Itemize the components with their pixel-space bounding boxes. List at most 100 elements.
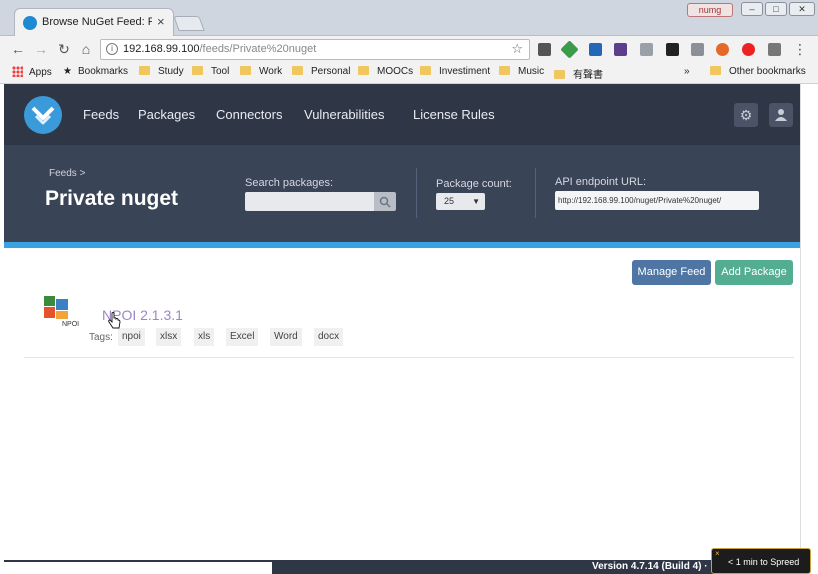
list-divider	[24, 357, 794, 358]
app-footer: Version 4.7.14 (Build 4) ·	[4, 560, 800, 574]
reader-extension-icon[interactable]	[691, 43, 704, 56]
bookmark-work[interactable]: Work	[240, 66, 282, 77]
feedly-extension-icon[interactable]	[560, 40, 579, 59]
adblock-extension-icon[interactable]	[716, 43, 729, 56]
tag-xls[interactable]: xls	[194, 328, 215, 346]
folder-icon	[240, 66, 251, 75]
footer-blank-area	[4, 562, 272, 574]
package-count-label: Package count:	[436, 178, 512, 190]
vue-extension-icon[interactable]	[589, 43, 602, 56]
menu-kebab-icon[interactable]: ⋮	[792, 41, 808, 58]
tag-xlsx[interactable]: xlsx	[156, 328, 182, 346]
api-endpoint-label: API endpoint URL:	[555, 176, 647, 188]
nav-license-rules[interactable]: License Rules	[413, 107, 495, 122]
folder-icon	[358, 66, 369, 75]
star-icon: ★	[63, 66, 72, 77]
npoi-package-icon: NPOI	[44, 296, 79, 328]
tab-close-icon[interactable]: ×	[157, 14, 165, 29]
folder-icon	[499, 66, 510, 75]
site-info-icon[interactable]: i	[106, 43, 118, 55]
add-package-button[interactable]: Add Package	[715, 260, 793, 285]
bookmark-audiobooks[interactable]: 有聲書	[554, 66, 603, 81]
media-extension-icon[interactable]	[666, 43, 679, 56]
bookmark-tool[interactable]: Tool	[192, 66, 229, 77]
bookmark-study[interactable]: Study	[139, 66, 184, 77]
profile-button[interactable]: numg	[687, 3, 733, 17]
nav-feeds[interactable]: Feeds	[83, 107, 119, 122]
browser-tab[interactable]: Browse NuGet Feed: Priv ×	[14, 8, 174, 36]
toast-text: < 1 min to Spreed	[728, 557, 800, 567]
bookmark-apps[interactable]: Apps	[12, 66, 52, 78]
forward-icon[interactable]: →	[33, 41, 49, 57]
package-count-select[interactable]: 25 ▼	[436, 193, 485, 210]
pocket-extension-icon[interactable]	[538, 43, 551, 56]
new-tab-button[interactable]	[173, 16, 205, 31]
app-logo[interactable]	[24, 96, 62, 134]
chevron-logo-icon	[31, 106, 55, 125]
extension-icon[interactable]	[614, 43, 627, 56]
home-icon[interactable]: ⌂	[78, 41, 94, 57]
tag-docx[interactable]: docx	[314, 328, 344, 346]
back-icon[interactable]: ←	[10, 41, 26, 57]
folder-icon	[192, 66, 203, 75]
folder-icon	[554, 70, 565, 79]
bookmarks-overflow[interactable]: »	[684, 66, 690, 77]
bookmark-investiment[interactable]: Investiment	[420, 66, 490, 77]
folder-icon	[710, 66, 721, 75]
dropdown-caret-icon: ▼	[472, 197, 480, 206]
tab-title: Browse NuGet Feed: Priv	[42, 16, 152, 28]
folder-icon	[139, 66, 150, 75]
nav-packages[interactable]: Packages	[138, 107, 195, 122]
settings-gear-icon[interactable]: ⚙	[734, 103, 758, 127]
package-icon-label: NPOI	[62, 321, 79, 328]
app-navbar: Feeds Packages Connectors Vulnerabilitie…	[4, 84, 800, 145]
bookmark-personal[interactable]: Personal	[292, 66, 350, 77]
toast-close-icon[interactable]: ×	[715, 549, 720, 558]
folder-icon	[420, 66, 431, 75]
bookmark-star-icon[interactable]: ☆	[511, 41, 523, 57]
bookmark-moocs[interactable]: MOOCs	[358, 66, 413, 77]
bookmark-bookmarks[interactable]: ★ Bookmarks	[63, 66, 128, 77]
tag-excel[interactable]: Excel	[226, 328, 259, 346]
header-separator	[416, 168, 417, 218]
browser-titlebar: Browse NuGet Feed: Priv × numg – □ ✕	[0, 0, 818, 36]
breadcrumb[interactable]: Feeds >	[49, 168, 85, 179]
bookmark-other[interactable]: Other bookmarks	[710, 66, 806, 77]
tag-word[interactable]: Word	[270, 328, 302, 346]
tags-label: Tags:	[89, 332, 113, 343]
spreed-toast[interactable]: × < 1 min to Spreed	[711, 548, 811, 574]
search-icon	[379, 196, 391, 208]
library-extension-icon[interactable]	[768, 43, 781, 56]
feed-header: Feeds > Private nuget Search packages: P…	[4, 145, 800, 242]
page-title: Private nuget	[45, 187, 179, 210]
copy-extension-icon[interactable]	[640, 43, 653, 56]
header-separator	[535, 168, 536, 218]
version-text: Version 4.7.14 (Build 4) ·	[592, 561, 708, 572]
search-packages-input[interactable]	[245, 192, 375, 211]
hand-cursor-icon	[108, 312, 121, 329]
close-window-button[interactable]: ✕	[789, 2, 815, 16]
maximize-button[interactable]: □	[765, 2, 787, 16]
opera-extension-icon[interactable]	[742, 43, 755, 56]
package-list: Manage Feed Add Package NPOI NPOI 2.1.3.…	[4, 248, 800, 560]
nav-vulnerabilities[interactable]: Vulnerabilities	[304, 107, 384, 122]
bookmark-music[interactable]: Music	[499, 66, 544, 77]
browser-toolbar: ← → ↻ ⌂ i 192.168.99.100/feeds/Private%2…	[0, 36, 818, 63]
user-account-icon[interactable]	[769, 103, 793, 127]
apps-grid-icon	[12, 66, 23, 77]
bookmarks-bar: Apps ★ Bookmarks Study Tool Work Personal…	[0, 63, 818, 84]
window-right-edge	[800, 84, 818, 574]
nav-connectors[interactable]: Connectors	[216, 107, 282, 122]
tag-npoi[interactable]: npoi	[118, 328, 145, 346]
address-bar[interactable]: i 192.168.99.100/feeds/Private%20nuget ☆	[100, 39, 530, 60]
search-label: Search packages:	[245, 177, 334, 189]
screen: Browse NuGet Feed: Priv × numg – □ ✕ ← →…	[0, 0, 818, 574]
address-url: 192.168.99.100/feeds/Private%20nuget	[123, 43, 317, 55]
minimize-button[interactable]: –	[741, 2, 763, 16]
nuget-favicon-icon	[23, 16, 37, 30]
search-button[interactable]	[374, 192, 396, 211]
folder-icon	[292, 66, 303, 75]
manage-feed-button[interactable]: Manage Feed	[632, 260, 711, 285]
reload-icon[interactable]: ↻	[56, 41, 72, 58]
api-endpoint-url-field[interactable]: http://192.168.99.100/nuget/Private%20nu…	[555, 191, 759, 210]
